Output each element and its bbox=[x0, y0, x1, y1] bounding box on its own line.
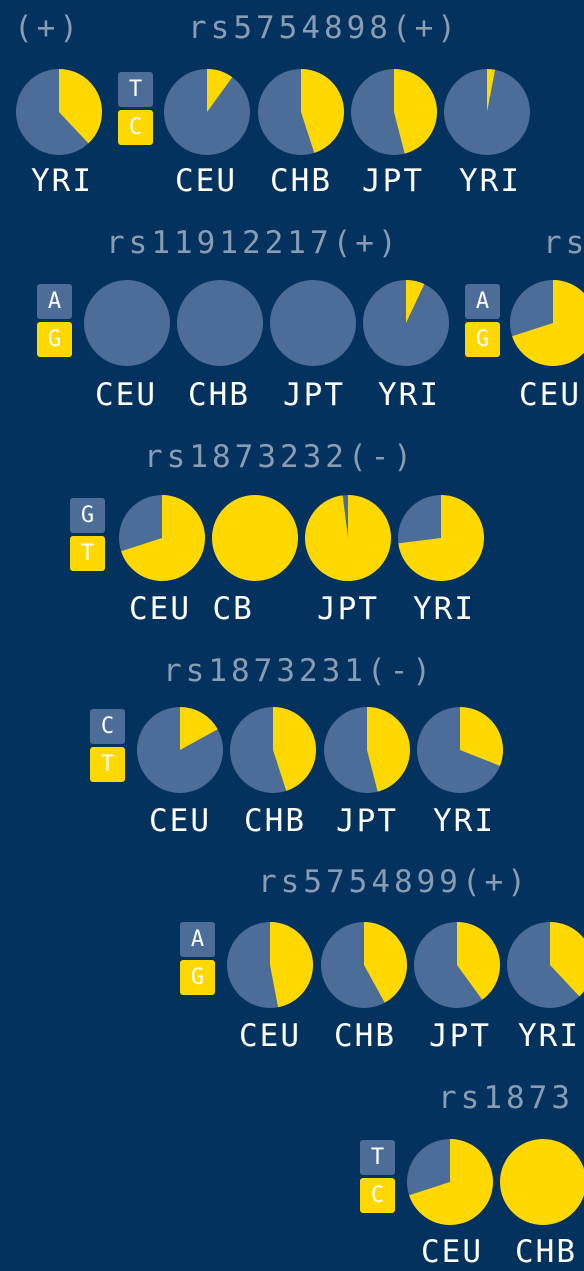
major-allele-slice bbox=[84, 280, 170, 366]
pie-yri bbox=[444, 69, 530, 155]
minor-allele-badge: G bbox=[37, 322, 72, 357]
pie-yri bbox=[363, 280, 449, 366]
population-label: YRI bbox=[413, 591, 475, 627]
snp-title: rs1873 bbox=[438, 1080, 574, 1116]
population-label: JPT bbox=[283, 377, 345, 413]
pie-yri bbox=[16, 69, 102, 155]
pie-ceu bbox=[119, 495, 205, 581]
population-label: CHB bbox=[244, 803, 306, 839]
pie-ceu bbox=[407, 1139, 493, 1225]
minor-allele-slice bbox=[270, 922, 313, 1008]
population-label: YRI bbox=[433, 803, 495, 839]
major-allele-badge: T bbox=[360, 1140, 395, 1175]
population-label: CEU bbox=[519, 377, 581, 413]
population-label: CEU bbox=[421, 1234, 483, 1270]
pie-jpt bbox=[414, 922, 500, 1008]
minor-allele-badge: G bbox=[180, 960, 215, 995]
population-label: CHB bbox=[188, 377, 250, 413]
snp-title: rs1873232(-) bbox=[144, 439, 416, 475]
pie-ceu bbox=[84, 280, 170, 366]
population-label: CEU bbox=[175, 163, 237, 199]
pie-ceu bbox=[510, 280, 584, 366]
major-allele-badge: G bbox=[70, 498, 105, 533]
snp-title: rs1873231(-) bbox=[163, 653, 435, 689]
population-label: YRI bbox=[459, 163, 521, 199]
major-allele-badge: A bbox=[180, 922, 215, 957]
pie-chb bbox=[258, 69, 344, 155]
population-label: CHB bbox=[270, 163, 332, 199]
population-label: YRI bbox=[518, 1018, 580, 1054]
minor-allele-badge: G bbox=[465, 322, 500, 357]
major-allele-badge: A bbox=[465, 284, 500, 319]
population-label: CHB bbox=[334, 1018, 396, 1054]
minor-allele-badge: C bbox=[118, 110, 153, 145]
pie-chb bbox=[177, 280, 263, 366]
minor-allele-badge: T bbox=[90, 747, 125, 782]
pie-ceu bbox=[164, 69, 250, 155]
population-label: CEU bbox=[239, 1018, 301, 1054]
minor-allele-badge: T bbox=[70, 536, 105, 571]
pie-jpt bbox=[351, 69, 438, 155]
minor-allele-slice bbox=[500, 1139, 584, 1225]
population-label: JPT bbox=[317, 591, 379, 627]
pie-chb bbox=[500, 1139, 584, 1225]
population-label: YRI bbox=[31, 163, 93, 199]
minor-allele-slice bbox=[212, 495, 298, 581]
population-label: JPT bbox=[336, 803, 398, 839]
major-allele-badge: C bbox=[90, 709, 125, 744]
pie-yri bbox=[398, 495, 484, 581]
snp-title: rs5754898(+) bbox=[188, 10, 460, 46]
population-label: YRI bbox=[378, 377, 440, 413]
snp-title: rs bbox=[543, 225, 584, 261]
snp-title: rs11912217(+) bbox=[106, 225, 401, 261]
snp-title: (+) bbox=[14, 10, 82, 46]
pie-yri bbox=[417, 707, 503, 793]
major-allele-badge: T bbox=[118, 72, 153, 107]
population-label: CEU bbox=[129, 591, 191, 627]
pie-ceu bbox=[227, 922, 313, 1008]
pie-jpt bbox=[324, 707, 411, 793]
population-label: CB bbox=[212, 591, 254, 627]
pie-jpt bbox=[305, 495, 391, 581]
snp-title: rs5754899(+) bbox=[258, 864, 530, 900]
population-label: CHB bbox=[515, 1234, 577, 1270]
major-allele-badge: A bbox=[37, 284, 72, 319]
major-allele-slice bbox=[270, 280, 356, 366]
population-label: CEU bbox=[95, 377, 157, 413]
pie-cb bbox=[212, 495, 298, 581]
population-label: JPT bbox=[429, 1018, 491, 1054]
minor-allele-badge: C bbox=[360, 1178, 395, 1213]
minor-allele-slice bbox=[305, 495, 391, 581]
pie-yri bbox=[507, 922, 584, 1008]
population-label: CEU bbox=[149, 803, 211, 839]
pie-ceu bbox=[137, 707, 223, 793]
population-label: JPT bbox=[362, 163, 424, 199]
pie-chb bbox=[230, 707, 316, 793]
pie-chb bbox=[321, 922, 407, 1008]
major-allele-slice bbox=[177, 280, 263, 366]
pie-jpt bbox=[270, 280, 356, 366]
